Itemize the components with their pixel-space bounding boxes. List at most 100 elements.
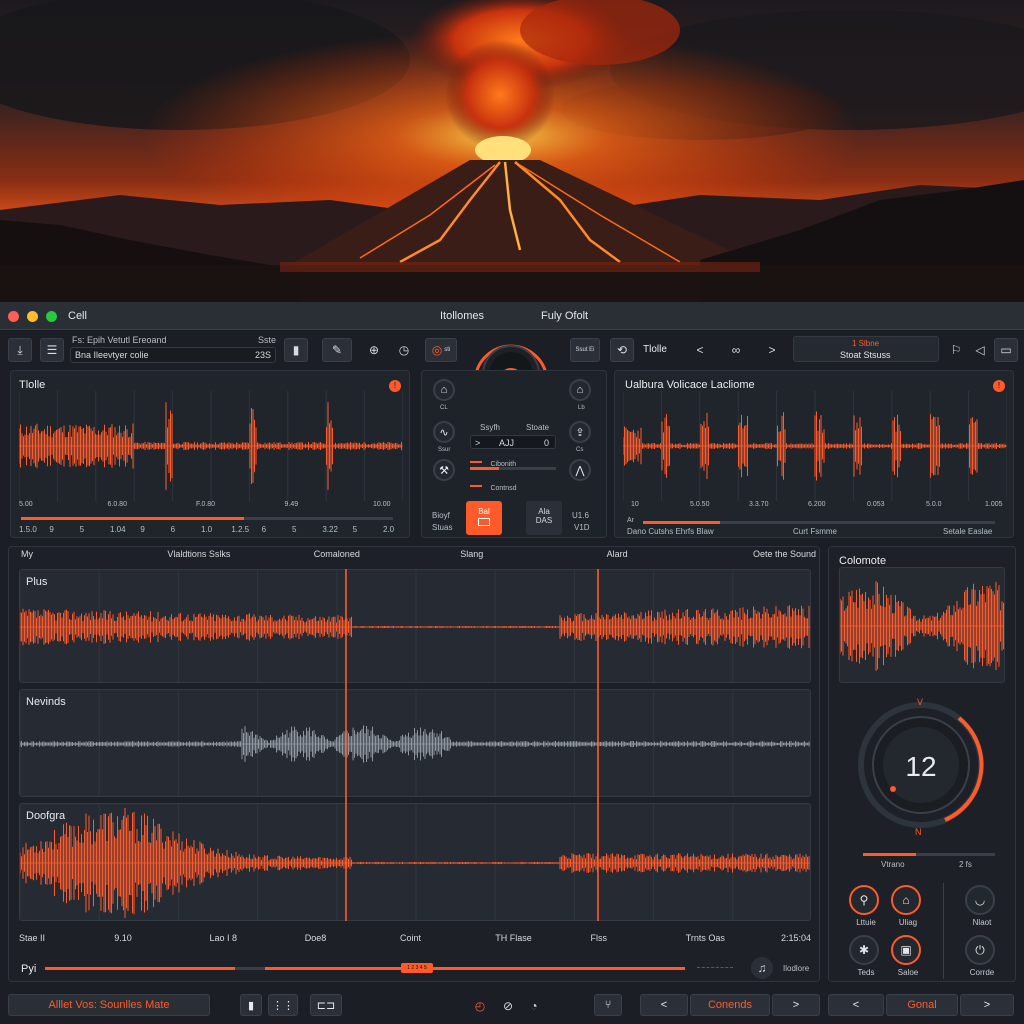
- left-waveform[interactable]: [19, 391, 403, 501]
- tool-icon[interactable]: ⚒: [433, 459, 455, 481]
- right-waveform[interactable]: [623, 391, 1007, 501]
- side-knob[interactable]: ⌂ Uliag: [891, 885, 925, 929]
- share-icon[interactable]: ⚐: [944, 338, 968, 362]
- tick-label: 6: [170, 525, 176, 534]
- clock-icon[interactable]: ◷: [392, 338, 416, 362]
- bell-icon[interactable]: ⌂: [433, 379, 455, 401]
- audio-editor-window: Cell Itollomes Fuly Ofolt ⤓ ☰ Fs: Epih V…: [0, 302, 1024, 1024]
- stop-icon[interactable]: ▮: [240, 994, 262, 1016]
- prev-general-button[interactable]: <: [828, 994, 884, 1016]
- track-lane-3[interactable]: Doofgra: [19, 803, 811, 921]
- side-knob[interactable]: ⚲ Lttuie: [849, 885, 883, 929]
- left-progress-track[interactable]: [21, 517, 393, 520]
- slider-row-2[interactable]: Contnsd: [470, 477, 517, 495]
- loop-end-marker[interactable]: [597, 569, 599, 921]
- tools-label: Tlolle: [643, 344, 667, 355]
- more-icon[interactable]: ⋮⋮: [268, 994, 298, 1016]
- tick-label: 9: [49, 525, 54, 534]
- tick-label: 6: [261, 525, 267, 534]
- bookmark-icon[interactable]: ▮: [284, 338, 308, 362]
- link-icon[interactable]: ∞: [722, 338, 750, 362]
- settings-icon[interactable]: ◔: [522, 994, 546, 1018]
- column-header: Alard: [606, 549, 628, 559]
- track-lane-2[interactable]: Nevinds: [19, 689, 811, 797]
- menu-item-1[interactable]: Itollomes: [440, 310, 484, 322]
- timeline-label: Lao I 8: [209, 933, 238, 943]
- next-general-button[interactable]: >: [960, 994, 1014, 1016]
- knob-icon: ▣: [891, 935, 921, 965]
- track-waveform-2[interactable]: [20, 690, 811, 797]
- tick-label: 6.0.80: [107, 501, 127, 508]
- tick-label: 5: [352, 525, 358, 534]
- panel-icon[interactable]: ▭: [994, 338, 1018, 362]
- value-field[interactable]: > AJJ 0: [470, 435, 556, 449]
- column-header: Vlaldtions Sslks: [167, 549, 231, 559]
- knob-label: Lttuie: [856, 918, 876, 927]
- side-knob[interactable]: ◡ Nlaot: [965, 885, 999, 929]
- tick-label: 1.005: [985, 501, 1003, 508]
- left-progress-fill: [21, 517, 245, 520]
- side-knob[interactable]: ▣ Saloe: [891, 935, 925, 979]
- right-waveform-panel: Ualbura Volicace Lacliome ! 10 5.0.50 3.3.…: [614, 370, 1014, 538]
- spiral-icon[interactable]: ◎ sti: [425, 338, 457, 362]
- file-name-field[interactable]: Bna Ileevtyer colie 23S: [70, 347, 276, 363]
- next-page-button[interactable]: >: [772, 994, 820, 1016]
- column-header: Slang: [460, 549, 484, 559]
- knob-icon: ◡: [965, 885, 995, 915]
- secondary-card-button[interactable]: Ala DAS: [526, 501, 562, 535]
- left-panel-title: Tlolle: [19, 379, 46, 391]
- volume-icon[interactable]: ◁: [968, 338, 992, 362]
- tick-label: 5: [79, 525, 85, 534]
- knob-icon: ⌂: [891, 885, 921, 915]
- scrub-label: Pyi: [21, 963, 37, 975]
- minimize-window-button[interactable]: [27, 311, 38, 322]
- tick-label: 10.00: [373, 501, 391, 508]
- knob-label: Saloe: [897, 968, 919, 977]
- side-knob[interactable]: ✱ Teds: [849, 935, 883, 979]
- active-card-button[interactable]: Bal: [466, 501, 502, 535]
- download-icon[interactable]: ⤓: [8, 338, 32, 362]
- pen-icon[interactable]: ✎: [322, 338, 352, 362]
- status-message: Alllet Vos: Sounlles Mate: [8, 994, 210, 1016]
- upload-icon[interactable]: ⇪: [569, 421, 591, 443]
- track-waveform-1[interactable]: [20, 570, 811, 683]
- meter-icon[interactable]: Ssut Ei: [570, 338, 600, 362]
- playhead-marker[interactable]: [345, 569, 347, 921]
- music-note-icon[interactable]: ♫: [751, 957, 773, 979]
- search-icon[interactable]: ⊘: [496, 994, 520, 1018]
- file-info-label: Fs: Epih Vetutl Ereoand: [72, 335, 167, 345]
- wave-btn-icon[interactable]: ∿: [433, 421, 455, 443]
- timeline-label: TH Flase: [495, 933, 532, 943]
- record-icon[interactable]: ◴: [468, 994, 492, 1018]
- track-lane-1[interactable]: Plus: [19, 569, 811, 683]
- prev-page-button[interactable]: <: [640, 994, 688, 1016]
- general-button[interactable]: Gonal: [886, 994, 958, 1016]
- tick-label: 1.04: [110, 525, 126, 534]
- slider-1[interactable]: [470, 467, 556, 470]
- prev-icon[interactable]: <: [686, 338, 714, 362]
- loop-icon[interactable]: ⟲: [610, 338, 634, 362]
- scrub-track[interactable]: 1 2 3 4 5: [45, 963, 685, 973]
- tick-label: 9.49: [284, 501, 299, 508]
- maximize-window-button[interactable]: [46, 311, 57, 322]
- compass-icon[interactable]: ⋀: [569, 459, 591, 481]
- column-header: Comaloned: [313, 549, 360, 559]
- track-waveform-3[interactable]: [20, 804, 811, 921]
- close-window-button[interactable]: [8, 311, 19, 322]
- knob-icon: ⚲: [849, 885, 879, 915]
- tick-label: 1.0: [201, 525, 213, 534]
- knob-icon: ⏻: [965, 935, 995, 965]
- list-icon[interactable]: ☰: [40, 338, 64, 362]
- side-knob[interactable]: ⏻ Corrde: [965, 935, 999, 979]
- target-icon[interactable]: ⊕: [362, 338, 386, 362]
- branch-icon[interactable]: ⑂: [594, 994, 622, 1016]
- bell-icon-right[interactable]: ⌂: [569, 379, 591, 401]
- right-progress-track[interactable]: [643, 521, 995, 524]
- menu-item-2[interactable]: Fuly Ofolt: [541, 310, 588, 322]
- knob-label: Nlaot: [972, 918, 992, 927]
- next-icon[interactable]: >: [758, 338, 786, 362]
- title-bar: Cell Itollomes Fuly Ofolt: [0, 302, 1024, 330]
- commands-button[interactable]: Conends: [690, 994, 770, 1016]
- scrub-thumb[interactable]: 1 2 3 4 5: [401, 963, 433, 973]
- link-chain-icon[interactable]: ⊏⊐: [310, 994, 342, 1016]
